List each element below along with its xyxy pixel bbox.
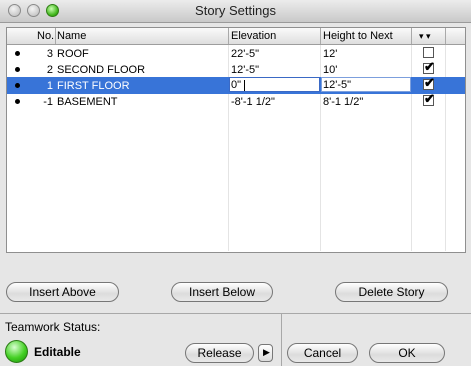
story-name[interactable]: ROOF (57, 47, 89, 61)
section-divider (0, 313, 471, 314)
delete-story-button[interactable]: Delete Story (335, 282, 448, 302)
table-row[interactable]: 2 SECOND FLOOR 12'-5" 10' ✔ (7, 59, 465, 78)
story-elevation[interactable]: 22'-5" (231, 47, 259, 61)
check-icon: ✔ (424, 91, 435, 106)
elevation-edit-field[interactable]: 0" (229, 77, 320, 92)
check-icon: ✔ (424, 59, 435, 74)
release-button[interactable]: Release (185, 343, 254, 363)
table-row-selected[interactable]: 1 FIRST FLOOR 0" 12'-5" ✔ (7, 75, 465, 94)
teamwork-status-label: Teamwork Status: (5, 320, 101, 334)
section-divider (281, 314, 282, 366)
story-elevation[interactable]: -8'-1 1/2" (231, 95, 275, 109)
table-row[interactable]: -1 BASEMENT -8'-1 1/2" 8'-1 1/2" ✔ (7, 91, 465, 110)
story-marker-icon (15, 83, 20, 88)
story-number: -1 (43, 96, 53, 108)
release-options-button[interactable]: ▶ (258, 344, 273, 362)
story-checkbox[interactable]: ✔ (423, 91, 435, 106)
window-title: Story Settings (195, 3, 276, 18)
header-separator (445, 28, 446, 44)
story-number: 2 (46, 64, 53, 76)
table-header: No. Name Elevation Height to Next ▾ ▾ (7, 28, 465, 45)
height-edit-field[interactable]: 12'-5" (321, 77, 411, 92)
header-height-to-next[interactable]: Height to Next (323, 29, 393, 43)
story-settings-dialog: Story Settings No. Name Elevation Height… (0, 0, 471, 366)
story-marker-icon (15, 99, 20, 104)
story-height[interactable]: 10' (323, 63, 337, 77)
story-height[interactable]: 8'-1 1/2" (323, 95, 363, 109)
story-height[interactable]: 12' (323, 47, 337, 61)
arrow-right-icon: ▶ (263, 347, 270, 357)
story-name[interactable]: SECOND FLOOR (57, 63, 145, 77)
text-cursor (244, 80, 245, 91)
header-separator (55, 28, 56, 44)
insert-above-button[interactable]: Insert Above (6, 282, 119, 302)
teamwork-status-value: Editable (34, 345, 81, 359)
story-marker-icon (15, 51, 20, 56)
header-name[interactable]: Name (57, 29, 86, 43)
story-checkbox[interactable]: ✔ (423, 59, 435, 74)
header-separator (320, 28, 321, 44)
stories-table: No. Name Elevation Height to Next ▾ ▾ 3 … (6, 27, 466, 253)
story-marker-icon (15, 67, 20, 72)
story-number: 3 (46, 48, 53, 60)
header-elevation[interactable]: Elevation (231, 29, 276, 43)
check-icon: ✔ (424, 75, 435, 90)
story-name[interactable]: FIRST FLOOR (57, 79, 130, 93)
story-elevation[interactable]: 12'-5" (231, 63, 259, 77)
status-indicator-icon (5, 340, 28, 363)
story-height: 12'-5" (323, 79, 352, 91)
cancel-button[interactable]: Cancel (287, 343, 358, 363)
header-separator (411, 28, 412, 44)
story-checkbox[interactable] (423, 47, 434, 58)
header-separator (228, 28, 229, 44)
title-bar: Story Settings (0, 0, 471, 23)
table-row[interactable]: 3 ROOF 22'-5" 12' (7, 45, 465, 62)
story-name[interactable]: BASEMENT (57, 95, 118, 109)
story-elevation: 0" (231, 79, 242, 91)
ok-button[interactable]: OK (369, 343, 445, 363)
header-no[interactable]: No. (37, 29, 54, 43)
insert-below-button[interactable]: Insert Below (171, 282, 273, 302)
column-sort-icon[interactable]: ▾ ▾ (419, 29, 431, 43)
story-number: 1 (46, 80, 53, 92)
story-checkbox[interactable]: ✔ (423, 75, 435, 90)
